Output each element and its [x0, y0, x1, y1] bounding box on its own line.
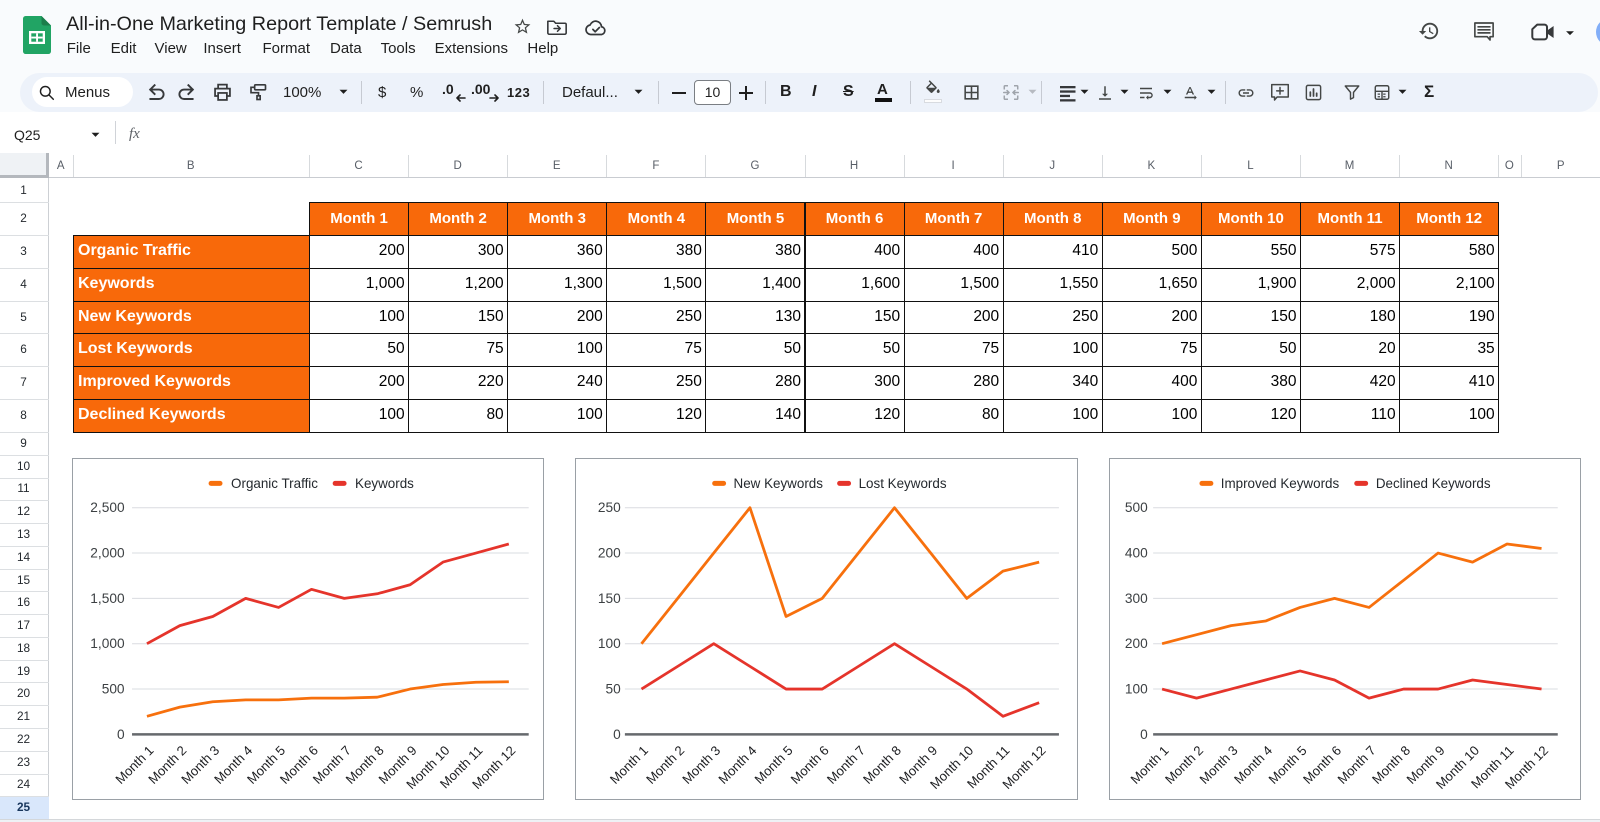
svg-text:2,000: 2,000: [90, 546, 125, 561]
svg-text:1,500: 1,500: [90, 591, 125, 606]
svg-text:150: 150: [598, 591, 621, 606]
svg-text:50: 50: [605, 682, 621, 697]
svg-text:250: 250: [598, 500, 621, 515]
svg-text:0: 0: [613, 727, 621, 742]
svg-text:Improved Keywords: Improved Keywords: [1221, 476, 1340, 491]
svg-text:Month 1: Month 1: [607, 743, 651, 787]
svg-text:200: 200: [598, 546, 621, 561]
svg-text:0: 0: [1140, 727, 1148, 742]
svg-text:Declined Keywords: Declined Keywords: [1376, 476, 1491, 491]
svg-text:Month 5: Month 5: [752, 743, 796, 787]
svg-text:New Keywords: New Keywords: [734, 476, 824, 491]
svg-text:100: 100: [598, 636, 621, 651]
svg-text:Lost Keywords: Lost Keywords: [859, 476, 947, 491]
svg-text:500: 500: [1125, 500, 1148, 515]
svg-text:300: 300: [1125, 591, 1148, 606]
svg-text:0: 0: [117, 727, 125, 742]
svg-text:Month 2: Month 2: [643, 743, 687, 787]
svg-text:Organic Traffic: Organic Traffic: [231, 476, 318, 491]
svg-text:Keywords: Keywords: [355, 476, 414, 491]
svg-text:2,500: 2,500: [90, 500, 125, 515]
svg-text:200: 200: [1125, 636, 1148, 651]
svg-text:100: 100: [1125, 682, 1148, 697]
svg-text:Month 8: Month 8: [860, 743, 904, 787]
svg-text:Month 3: Month 3: [679, 743, 723, 787]
svg-text:Month 4: Month 4: [715, 743, 759, 787]
svg-text:Month 6: Month 6: [788, 743, 832, 787]
svg-text:500: 500: [102, 682, 125, 697]
svg-text:1,000: 1,000: [90, 636, 125, 651]
svg-text:Month 7: Month 7: [824, 743, 868, 787]
svg-text:400: 400: [1125, 546, 1148, 561]
